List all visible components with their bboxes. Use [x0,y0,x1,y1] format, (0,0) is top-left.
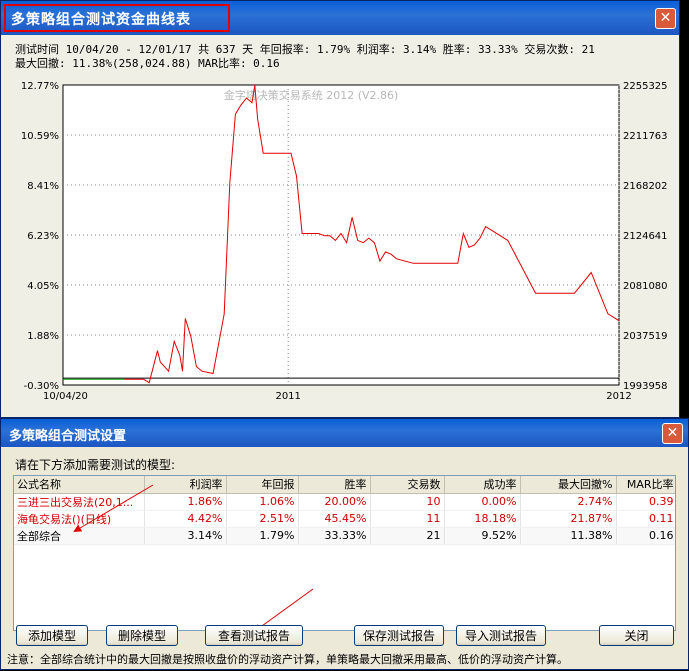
x-tick-label: 2012 [606,391,631,402]
chart-watermark: 金字塔决策交易系统 2012 (V2.86) [224,88,399,102]
save-report-button[interactable]: 保存测试报告 [354,625,444,646]
y-tick-label-left: 6.23% [27,231,59,242]
y-tick-label-right: 2124641 [623,231,668,242]
close-button[interactable]: 关闭 [599,625,674,646]
settings-window: 多策略组合测试设置 ✕ 请在下方添加需要测试的模型: 公式名称 利润率 年回报 … [0,418,689,670]
y-tick-label-left: 10.59% [21,131,59,142]
equity-window-title: 多策略组合测试资金曲线表 [11,12,191,28]
equity-window-titlebar[interactable]: 多策略组合测试资金曲线表 ✕ [1,1,679,35]
note-text: 注意：全部综合统计中的最大回撤是按照收盘价的浮动资产计算，单策略最大回撤采用最高… [7,653,568,666]
x-tick-label: 2011 [275,391,300,402]
close-icon[interactable]: ✕ [655,8,676,29]
y-tick-label-left: 1.88% [27,331,59,342]
y-tick-label-right: 2081080 [623,281,668,292]
equity-curve-window: 多策略组合测试资金曲线表 ✕ 测试时间 10/04/20 - 12/01/17 … [0,0,680,418]
y-tick-label-right: 2037519 [623,331,668,342]
y-tick-label-right: 2255325 [623,81,668,92]
add-model-button[interactable]: 添加模型 [16,625,88,646]
import-report-button[interactable]: 导入测试报告 [456,625,546,646]
stats-line-2: 最大回撤: 11.38%(258,024.88) MAR比率: 0.16 [15,57,280,70]
y-tick-label-left: 4.05% [27,281,59,292]
equity-chart: 12.77%10.59%8.41%6.23%4.05%1.88%-0.30% 2… [21,81,668,402]
x-tick-label: 10/04/20 [43,391,88,402]
y-tick-label-right: 2211763 [623,131,668,142]
arrow-to-total-row [73,484,154,533]
view-report-button[interactable]: 查看测试报告 [205,625,303,646]
y-tick-label-left: 8.41% [27,181,59,192]
annotation-arrows [73,484,314,633]
delete-model-button[interactable]: 删除模型 [106,625,178,646]
y-tick-label-right: 2168202 [623,181,668,192]
y-tick-label-left: 12.77% [21,81,59,92]
